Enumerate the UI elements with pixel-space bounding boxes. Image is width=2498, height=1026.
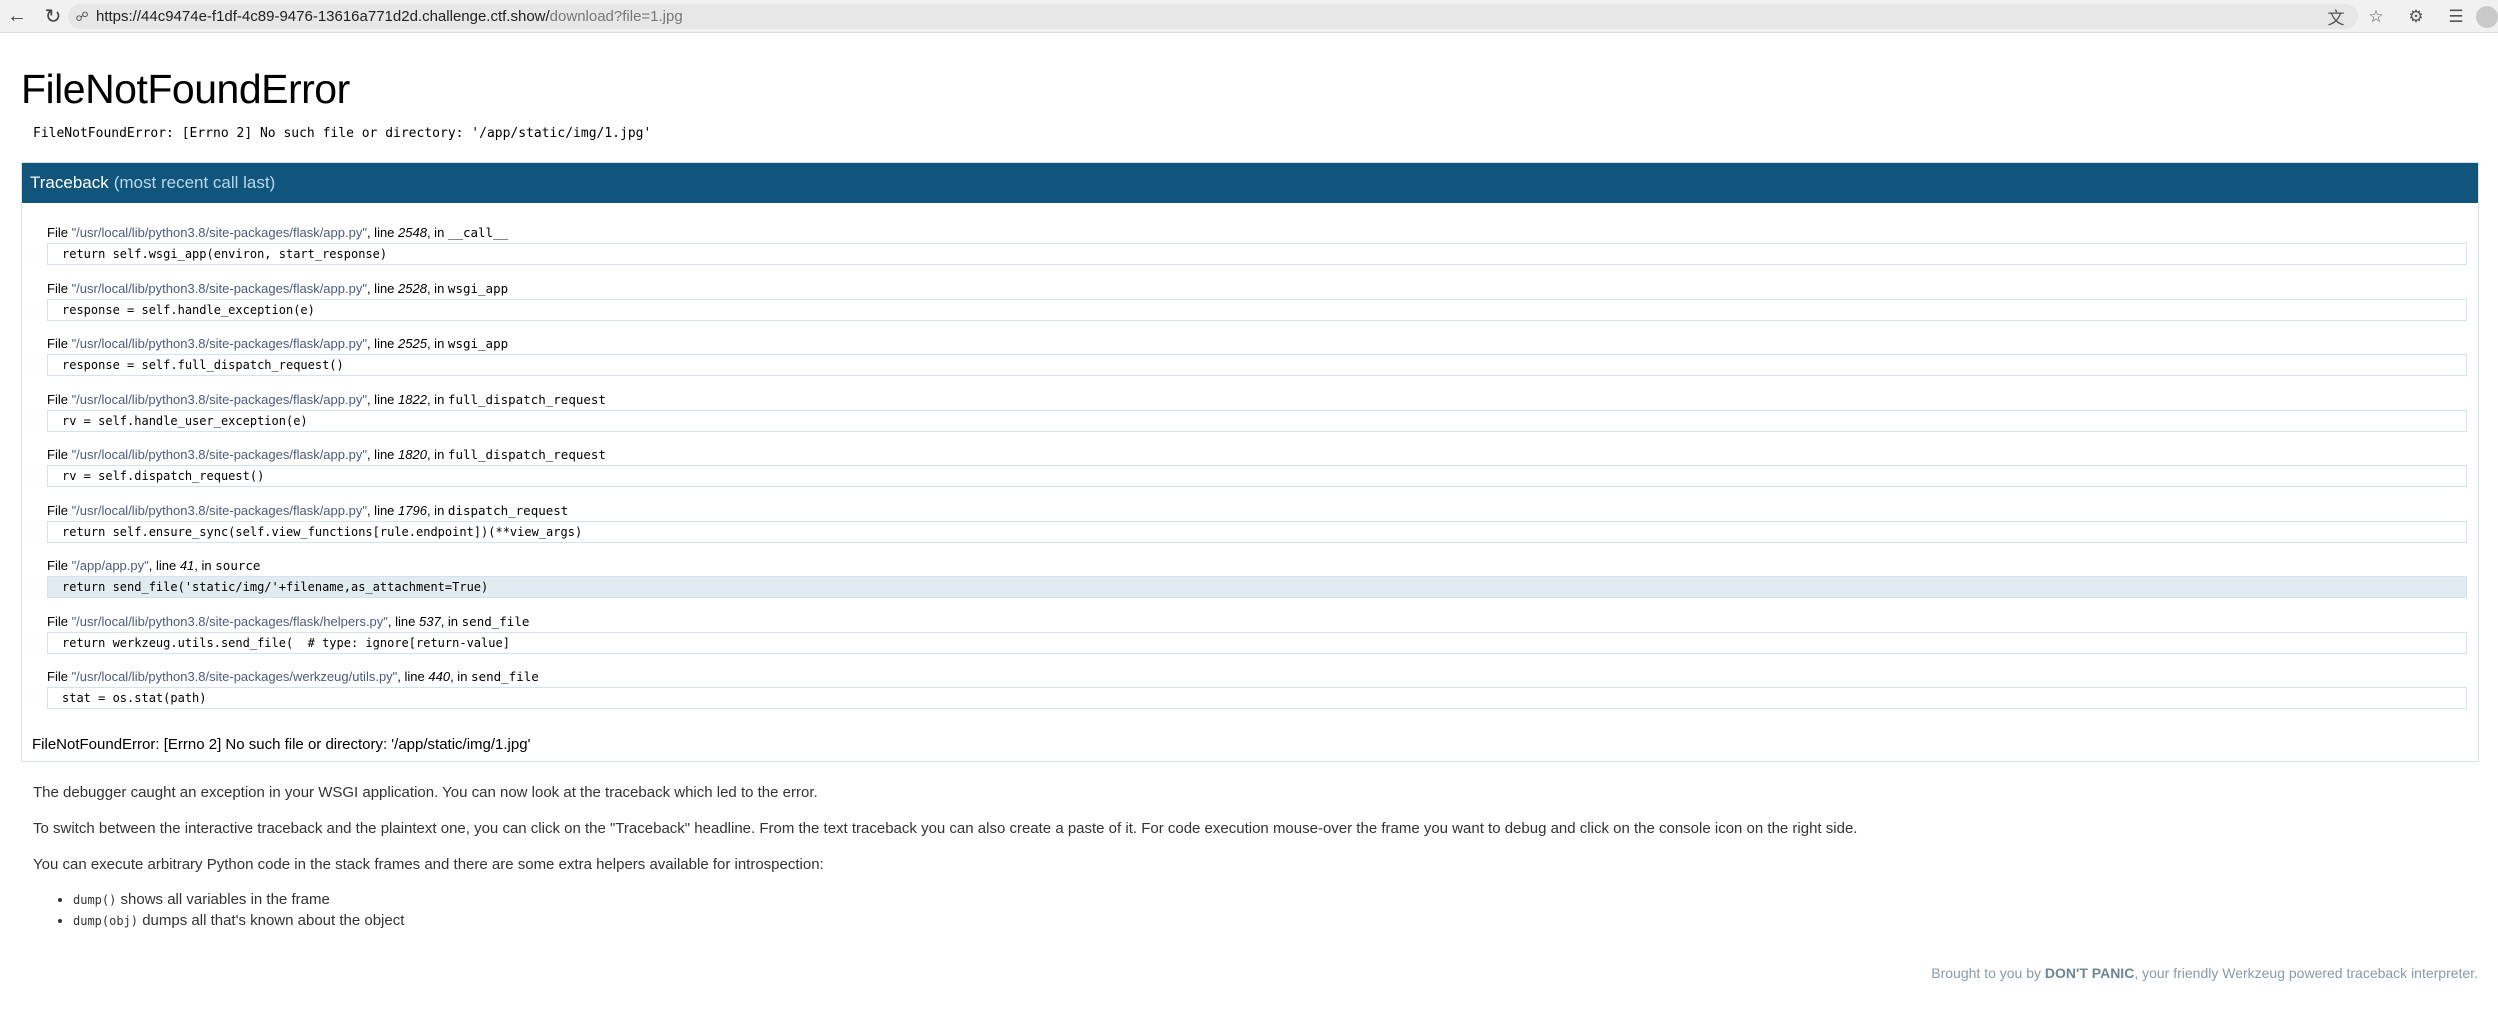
frame-code[interactable]: return werkzeug.utils.send_file( # type:…	[47, 631, 2467, 654]
explanation-paragraph: The debugger caught an exception in your…	[33, 784, 818, 801]
toolbar-icons: 文 ☆ ⚙ ☰	[2316, 0, 2498, 33]
traceback-frame[interactable]: File "/usr/local/lib/python3.8/site-pack…	[47, 223, 2467, 279]
frame-lineno: 2528	[398, 280, 427, 296]
traceback-frame[interactable]: File "/app/app.py", line 41, in source re…	[47, 556, 2467, 612]
explanation-paragraph: To switch between the interactive traceb…	[33, 820, 1858, 837]
frame-lineno: 1820	[398, 447, 427, 462]
traceback-frame[interactable]: File "/usr/local/lib/python3.8/site-pack…	[47, 667, 2467, 723]
frame-filename: "/usr/local/lib/python3.8/site-packages/…	[71, 391, 367, 407]
frame-filename: "/usr/local/lib/python3.8/site-packages/…	[71, 613, 388, 629]
frame-location: File "/usr/local/lib/python3.8/site-pack…	[47, 336, 509, 351]
traceback-panel: Traceback (most recent call last) File "…	[21, 162, 2479, 762]
frame-filename: "/usr/local/lib/python3.8/site-packages/…	[71, 447, 367, 462]
back-icon[interactable]: ←	[4, 3, 30, 29]
lock-icon[interactable]: ☍	[68, 9, 96, 25]
frame-filename: "/usr/local/lib/python3.8/site-packages/…	[71, 280, 367, 296]
list-item: dump() shows all variables in the frame	[73, 889, 2433, 910]
frame-function: dispatch_request	[447, 502, 569, 518]
frame-function: full_dispatch_request	[447, 447, 606, 462]
translate-icon[interactable]: 文	[2316, 4, 2356, 29]
frame-location: File "/usr/local/lib/python3.8/site-pack…	[47, 613, 530, 629]
frame-function: send_file	[471, 669, 539, 684]
frame-lineno: 2548	[398, 225, 427, 240]
avatar[interactable]	[2476, 5, 2498, 28]
frame-filename: "/usr/local/lib/python3.8/site-packages/…	[71, 225, 367, 240]
frame-lineno: 1796	[398, 502, 427, 518]
footer-brand: DON'T PANIC	[2044, 965, 2135, 981]
frame-function: source	[215, 558, 261, 573]
frame-function: wsgi_app	[447, 336, 509, 351]
frame-location: File "/app/app.py", line 41, in source	[47, 558, 261, 573]
frame-filename: "/usr/local/lib/python3.8/site-packages/…	[71, 669, 398, 684]
page-title: FileNotFoundError	[21, 66, 350, 112]
traceback-frame[interactable]: File "/usr/local/lib/python3.8/site-pack…	[47, 334, 2467, 390]
frame-location: File "/usr/local/lib/python3.8/site-pack…	[47, 669, 539, 684]
frame-lineno: 41	[179, 558, 195, 573]
frame-code[interactable]: rv = self.dispatch_request()	[47, 465, 2467, 487]
frame-function: wsgi_app	[447, 280, 509, 296]
frame-code[interactable]: return send_file('static/img/'+filename,…	[47, 576, 2467, 598]
frame-filename: "/usr/local/lib/python3.8/site-packages/…	[71, 502, 367, 518]
address-bar[interactable]: ☍ https://44c9474e-f1df-4c89-9476-13616a…	[68, 4, 2358, 29]
frame-location: File "/usr/local/lib/python3.8/site-pack…	[47, 225, 509, 240]
frame-lineno: 2525	[398, 336, 427, 351]
frame-lineno: 1822	[398, 391, 427, 407]
menu-icon[interactable]: ☰	[2436, 7, 2476, 27]
frame-code[interactable]: response = self.handle_exception(e)	[47, 298, 2467, 321]
frame-filename: "/app/app.py"	[71, 558, 149, 573]
frame-location: File "/usr/local/lib/python3.8/site-pack…	[47, 447, 606, 462]
traceback-frame[interactable]: File "/usr/local/lib/python3.8/site-pack…	[47, 612, 2467, 668]
url-text[interactable]: https://44c9474e-f1df-4c89-9476-13616a77…	[96, 8, 683, 25]
explanation: The debugger caught an exception in your…	[33, 783, 2433, 931]
frame-location: File "/usr/local/lib/python3.8/site-pack…	[47, 391, 606, 407]
frame-code[interactable]: response = self.full_dispatch_request()	[47, 354, 2467, 376]
traceback-frame[interactable]: File "/usr/local/lib/python3.8/site-pack…	[47, 445, 2467, 501]
error-message: FileNotFoundError: [Errno 2] No such fil…	[33, 126, 652, 141]
frame-lineno: 537	[418, 613, 441, 629]
reload-icon[interactable]: ↻	[40, 3, 66, 29]
traceback-header-label: Traceback	[30, 173, 109, 192]
footer: Brought to you by DON'T PANIC, your frie…	[1931, 965, 2478, 981]
frame-code[interactable]: return self.ensure_sync(self.view_functi…	[47, 520, 2467, 543]
final-error: FileNotFoundError: [Errno 2] No such fil…	[32, 736, 531, 753]
debugger-page: FileNotFoundError FileNotFoundError: [Er…	[0, 33, 2498, 1026]
traceback-header[interactable]: Traceback (most recent call last)	[22, 163, 2478, 203]
frame-lineno: 440	[428, 669, 451, 684]
traceback-frame[interactable]: File "/usr/local/lib/python3.8/site-pack…	[47, 279, 2467, 335]
frame-function: full_dispatch_request	[447, 391, 606, 407]
frame-filename: "/usr/local/lib/python3.8/site-packages/…	[71, 336, 367, 351]
frame-list: File "/usr/local/lib/python3.8/site-pack…	[22, 203, 2478, 723]
frame-code[interactable]: return self.wsgi_app(environ, start_resp…	[47, 243, 2467, 265]
frame-function: __call__	[447, 225, 509, 240]
frame-code[interactable]: stat = os.stat(path)	[47, 687, 2467, 709]
frame-location: File "/usr/local/lib/python3.8/site-pack…	[47, 280, 509, 296]
browser-toolbar: ← ↻ ☍ https://44c9474e-f1df-4c89-9476-13…	[0, 0, 2498, 33]
traceback-header-sub: (most recent call last)	[113, 173, 276, 192]
traceback-frame[interactable]: File "/usr/local/lib/python3.8/site-pack…	[47, 501, 2467, 557]
frame-location: File "/usr/local/lib/python3.8/site-pack…	[47, 502, 569, 518]
list-item: dump(obj) dumps all that's known about t…	[73, 910, 2433, 931]
frame-code[interactable]: rv = self.handle_user_exception(e)	[47, 409, 2467, 432]
traceback-frame[interactable]: File "/usr/local/lib/python3.8/site-pack…	[47, 390, 2467, 446]
frame-function: send_file	[461, 613, 530, 629]
explanation-paragraph: You can execute arbitrary Python code in…	[33, 856, 824, 873]
helpers-list: dump() shows all variables in the frame …	[73, 889, 2433, 931]
star-icon[interactable]: ☆	[2356, 7, 2396, 27]
extensions-icon[interactable]: ⚙	[2396, 7, 2436, 27]
